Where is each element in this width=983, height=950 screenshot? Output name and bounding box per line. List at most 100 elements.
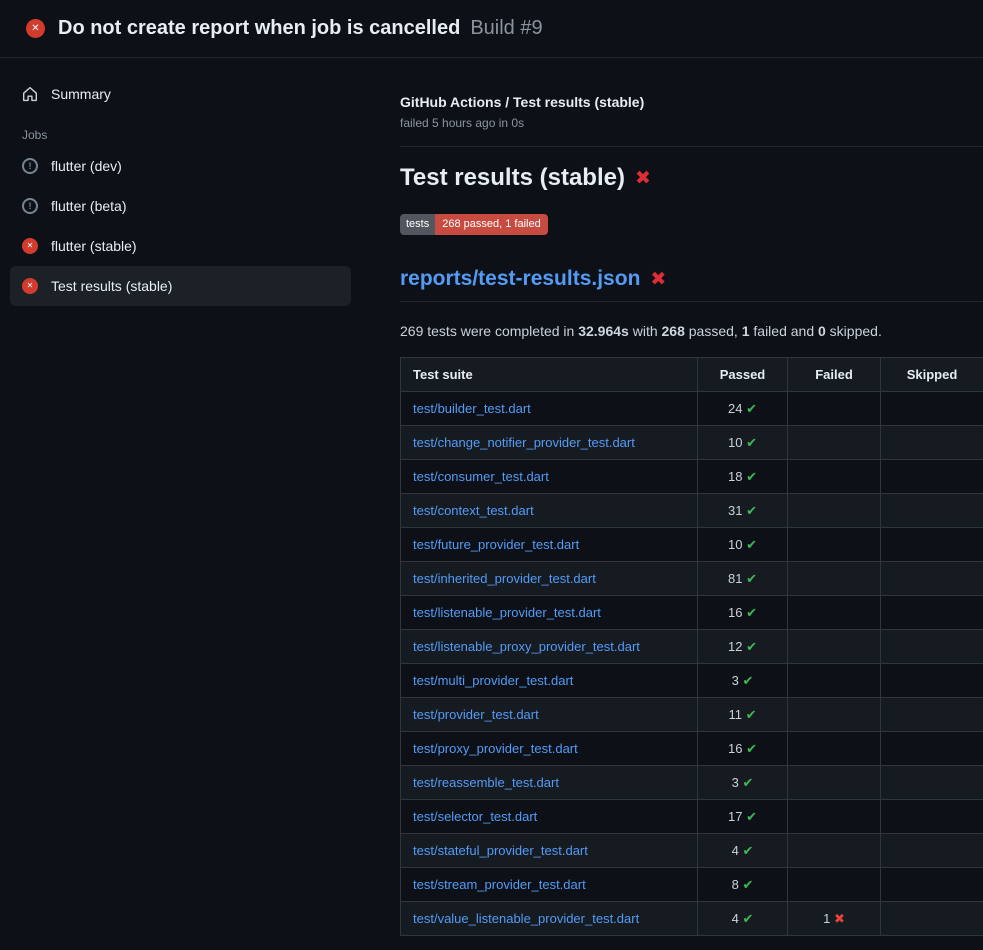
- skipped-cell: [881, 494, 983, 528]
- test-suite-link[interactable]: test/change_notifier_provider_test.dart: [413, 435, 635, 450]
- column-header-skipped: Skipped: [881, 358, 983, 392]
- test-suite-link[interactable]: test/listenable_proxy_provider_test.dart: [413, 639, 640, 654]
- failed-cell: [788, 528, 881, 562]
- test-results-table-body: test/builder_test.dart24 ✔375mstest/chan…: [401, 392, 983, 936]
- sidebar-item-flutter-stable[interactable]: ✕ flutter (stable): [10, 226, 351, 266]
- test-suite-link[interactable]: test/value_listenable_provider_test.dart: [413, 911, 639, 926]
- test-suite-link[interactable]: test/future_provider_test.dart: [413, 537, 579, 552]
- check-icon: ✔: [742, 843, 753, 858]
- test-suite-link[interactable]: test/builder_test.dart: [413, 401, 531, 416]
- passed-cell: 17 ✔: [698, 800, 788, 834]
- test-suite-link[interactable]: test/provider_test.dart: [413, 707, 539, 722]
- skipped-cell: [881, 562, 983, 596]
- suite-cell: test/listenable_provider_test.dart: [401, 596, 698, 630]
- sidebar-item-summary[interactable]: Summary: [10, 74, 351, 114]
- sidebar-item-label: Test results (stable): [51, 278, 172, 294]
- passed-cell: 10 ✔: [698, 426, 788, 460]
- test-suite-link[interactable]: test/proxy_provider_test.dart: [413, 741, 578, 756]
- failed-cell: [788, 664, 881, 698]
- page-title: Do not create report when job is cancell…: [58, 17, 460, 40]
- check-icon: ✔: [746, 639, 757, 654]
- skipped-cell: [881, 902, 983, 936]
- test-suite-link[interactable]: test/reassemble_test.dart: [413, 775, 559, 790]
- sidebar-item-flutter-beta[interactable]: ! flutter (beta): [10, 186, 351, 226]
- passed-cell: 11 ✔: [698, 698, 788, 732]
- passed-cell: 31 ✔: [698, 494, 788, 528]
- failed-cell: [788, 426, 881, 460]
- sidebar-item-label: flutter (stable): [51, 238, 137, 254]
- skipped-cell: [881, 834, 983, 868]
- table-row: test/listenable_provider_test.dart16 ✔32…: [401, 596, 983, 630]
- check-run-header: ✕ Do not create report when job is cance…: [0, 0, 983, 58]
- table-row: test/change_notifier_provider_test.dart 1…: [401, 426, 983, 460]
- test-results-table: Test suite Passed Failed Skipped Time te…: [400, 357, 983, 936]
- test-suite-link[interactable]: test/context_test.dart: [413, 503, 534, 518]
- table-row: test/provider_test.dart11 ✔291ms: [401, 698, 983, 732]
- suite-cell: test/builder_test.dart: [401, 392, 698, 426]
- skipped-cell: [881, 766, 983, 800]
- check-icon: ✔: [746, 571, 757, 586]
- sidebar-item-label: Summary: [51, 86, 111, 102]
- test-suite-link[interactable]: test/listenable_provider_test.dart: [413, 605, 601, 620]
- failed-cell: [788, 698, 881, 732]
- failed-cell: 1 ✖: [788, 902, 881, 936]
- passed-cell: 3 ✔: [698, 766, 788, 800]
- passed-cell: 4 ✔: [698, 834, 788, 868]
- table-row: test/selector_test.dart17 ✔331ms: [401, 800, 983, 834]
- table-row: test/proxy_provider_test.dart16 ✔359ms: [401, 732, 983, 766]
- check-icon: ✔: [742, 673, 753, 688]
- table-row: test/stream_provider_test.dart8 ✔259ms: [401, 868, 983, 902]
- jobs-section-label: Jobs: [10, 128, 351, 142]
- suite-cell: test/reassemble_test.dart: [401, 766, 698, 800]
- test-suite-link[interactable]: test/stream_provider_test.dart: [413, 877, 586, 892]
- failed-cell: [788, 800, 881, 834]
- table-row: test/future_provider_test.dart10 ✔272ms: [401, 528, 983, 562]
- suite-cell: test/provider_test.dart: [401, 698, 698, 732]
- skipped-cell: [881, 800, 983, 834]
- test-suite-link[interactable]: test/multi_provider_test.dart: [413, 673, 573, 688]
- table-row: test/stateful_provider_test.dart4 ✔206ms: [401, 834, 983, 868]
- table-row: test/context_test.dart31 ✔644ms: [401, 494, 983, 528]
- skipped-cell: [881, 868, 983, 902]
- check-icon: ✔: [746, 503, 757, 518]
- test-suite-link[interactable]: test/consumer_test.dart: [413, 469, 549, 484]
- x-circle-fill-icon: ✕: [22, 238, 38, 254]
- check-icon: ✔: [746, 605, 757, 620]
- cross-icon: ✖: [834, 911, 845, 926]
- failed-cell: [788, 766, 881, 800]
- passed-cell: 18 ✔: [698, 460, 788, 494]
- sidebar-item-test-results-stable[interactable]: ✕ Test results (stable): [10, 266, 351, 306]
- table-row: test/builder_test.dart24 ✔375ms: [401, 392, 983, 426]
- section-title: Test results (stable): [400, 164, 625, 192]
- failed-cell: [788, 392, 881, 426]
- suite-cell: test/future_provider_test.dart: [401, 528, 698, 562]
- cross-mark-icon: ✖: [635, 169, 651, 188]
- table-header: Test suite Passed Failed Skipped Time: [401, 358, 983, 392]
- passed-cell: 16 ✔: [698, 596, 788, 630]
- checks-sidebar: Summary Jobs ! flutter (dev) ! flutter (…: [0, 58, 375, 306]
- suite-cell: test/selector_test.dart: [401, 800, 698, 834]
- check-run-content: GitHub Actions / Test results (stable) f…: [375, 58, 983, 936]
- skipped-cell: [881, 392, 983, 426]
- neutral-circle-icon: !: [22, 158, 38, 174]
- skipped-cell: [881, 596, 983, 630]
- failed-cell: [788, 834, 881, 868]
- test-suite-link[interactable]: test/selector_test.dart: [413, 809, 537, 824]
- test-suite-link[interactable]: test/stateful_provider_test.dart: [413, 843, 588, 858]
- check-icon: ✔: [742, 775, 753, 790]
- failed-cell: [788, 732, 881, 766]
- breadcrumb: GitHub Actions / Test results (stable): [400, 94, 983, 110]
- run-meta: failed 5 hours ago in 0s: [400, 116, 983, 130]
- tests-badge: tests 268 passed, 1 failed: [400, 214, 548, 235]
- badge-value: 268 passed, 1 failed: [435, 214, 547, 235]
- skipped-cell: [881, 630, 983, 664]
- home-icon: [22, 86, 38, 102]
- skipped-cell: [881, 426, 983, 460]
- sidebar-item-flutter-dev[interactable]: ! flutter (dev): [10, 146, 351, 186]
- suite-cell: test/stream_provider_test.dart: [401, 868, 698, 902]
- failed-cell: [788, 460, 881, 494]
- test-suite-link[interactable]: test/inherited_provider_test.dart: [413, 571, 596, 586]
- passed-cell: 24 ✔: [698, 392, 788, 426]
- check-icon: ✔: [742, 877, 753, 892]
- report-file-link[interactable]: reports/test-results.json: [400, 267, 640, 291]
